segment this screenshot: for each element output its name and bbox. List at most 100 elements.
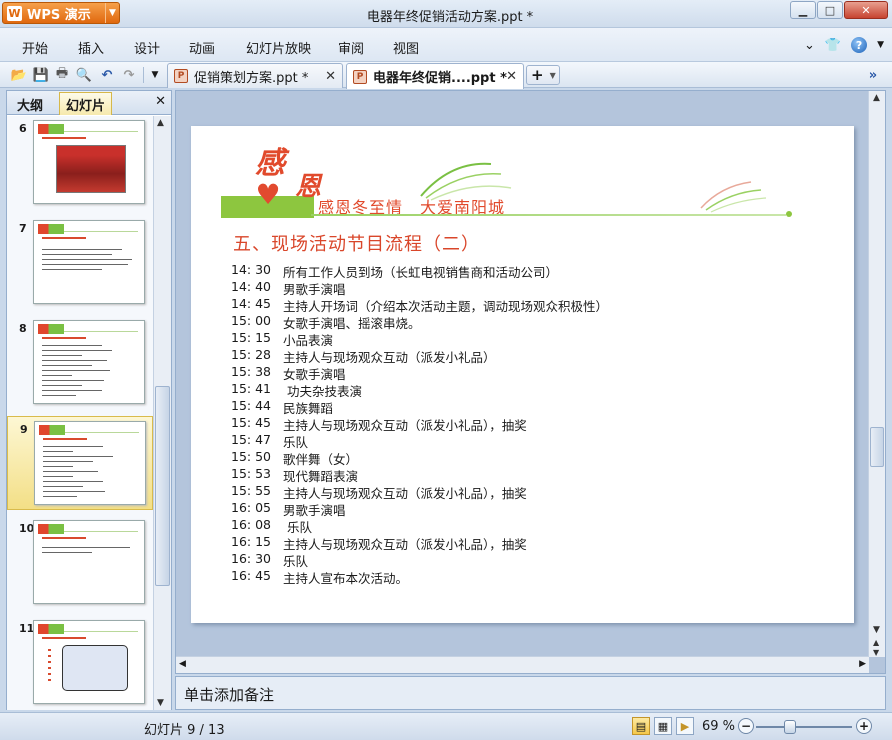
banner-line xyxy=(311,214,786,216)
zoom-out-icon[interactable]: − xyxy=(738,718,754,734)
schedule-time: 16: 30 xyxy=(231,551,271,566)
normal-view-icon[interactable]: ▤ xyxy=(632,717,650,735)
schedule-item: 男歌手演唱 xyxy=(283,282,346,297)
previous-slide-icon[interactable]: ▲ xyxy=(873,638,879,647)
next-slide-icon[interactable]: ▼ xyxy=(873,648,879,657)
zoom-in-icon[interactable]: + xyxy=(856,718,872,734)
window-title: 电器年终促销活动方案.ppt * xyxy=(366,10,534,25)
schedule-time: 15: 47 xyxy=(231,432,271,447)
current-slide[interactable]: ♥ 感 恩 感恩冬至情 大爱南阳城 五、现场活动节目流程（二） 14: 30 所有… xyxy=(191,126,854,623)
menu-review[interactable]: 审阅 xyxy=(338,38,364,57)
schedule-time: 16: 45 xyxy=(231,568,271,583)
menu-design[interactable]: 设计 xyxy=(134,38,160,57)
save-icon[interactable]: 💾 xyxy=(32,66,50,84)
scroll-left-icon[interactable]: ◀ xyxy=(179,659,186,669)
minimize-button[interactable]: ▁ xyxy=(790,1,816,19)
menu-home[interactable]: 开始 xyxy=(22,38,48,57)
new-tab-button[interactable]: + ▼ xyxy=(526,65,560,85)
schedule-row: 14: 45 主持人开场词（介绍本次活动主题，调动现场观众积极性） xyxy=(231,296,609,314)
open-folder-icon[interactable]: 📂 xyxy=(10,66,28,84)
skin-icon[interactable]: 👕 xyxy=(825,38,841,53)
schedule-row: 16: 30 乐队 xyxy=(231,551,608,569)
undo-icon[interactable]: ↶ xyxy=(98,66,116,84)
notes-placeholder: 单击添加备注 xyxy=(184,686,275,704)
close-tab-icon[interactable]: ✕ xyxy=(506,69,517,84)
tab-label: 促销策划方案.ppt * xyxy=(194,70,309,86)
redo-icon[interactable]: ↷ xyxy=(120,66,138,84)
schedule-item: 女歌手演唱 xyxy=(283,367,346,382)
print-preview-icon[interactable]: 🔍 xyxy=(75,66,93,84)
schedule-row: 15: 55 主持人与现场观众互动（派发小礼品），抽奖 xyxy=(231,483,608,501)
chevron-down-icon[interactable]: ▼ xyxy=(105,3,119,23)
schedule-item: 现代舞蹈表演 xyxy=(283,469,359,484)
slide-thumbnail-list: 6 7 8 9 10 11 xyxy=(7,116,153,710)
schedule-list[interactable]: 14: 30 所有工作人员到场（长虹电视销售商和活动公司） 14: 40 男歌手演唱 1… xyxy=(231,262,609,586)
schedule-time: 15: 55 xyxy=(231,483,271,498)
scroll-up-icon[interactable]: ▲ xyxy=(873,93,880,103)
chevron-down-icon[interactable]: ▼ xyxy=(550,71,556,80)
customize-toolbar-icon[interactable]: ▼ xyxy=(146,66,164,84)
scroll-right-icon[interactable]: ▶ xyxy=(859,659,866,669)
slide-panel-scrollbar[interactable]: ▲ ▼ xyxy=(153,116,171,710)
tab-outline[interactable]: 大纲 xyxy=(17,95,43,114)
help-icon[interactable]: ? xyxy=(851,37,868,53)
maximize-button[interactable]: □ xyxy=(817,1,843,19)
schedule-row: 15: 44 民族舞蹈 xyxy=(231,398,608,416)
panel-tabs: 大纲 幻灯片 ✕ xyxy=(7,91,171,115)
slide-title[interactable]: 五、现场活动节目流程（二） xyxy=(233,230,480,256)
tab-promo-plan[interactable]: P 促销策划方案.ppt * ✕ xyxy=(167,63,343,88)
slide-preview xyxy=(33,620,145,704)
schedule-item: 功夫杂技表演 xyxy=(283,384,362,399)
notes-pane[interactable]: 单击添加备注 xyxy=(175,676,886,710)
editor-vertical-scrollbar[interactable]: ▲ ▼ ▲ ▼ xyxy=(868,91,885,657)
window-controls: ▁ □ ✕ xyxy=(790,1,888,19)
print-icon[interactable]: 🖶 xyxy=(53,66,71,84)
close-panel-icon[interactable]: ✕ xyxy=(155,94,166,109)
menu-slideshow[interactable]: 幻灯片放映 xyxy=(246,38,311,57)
schedule-item: 主持人开场词（介绍本次活动主题，调动现场观众积极性） xyxy=(283,299,609,314)
menu-view[interactable]: 视图 xyxy=(393,38,419,57)
schedule-time: 15: 15 xyxy=(231,330,271,345)
schedule-row: 16: 05 男歌手演唱 xyxy=(231,500,608,518)
schedule-item: 主持人与现场观众互动（派发小礼品），抽奖 xyxy=(283,537,527,552)
slide-thumbnail-7[interactable]: 7 xyxy=(7,216,153,310)
status-bar: 幻灯片 9 / 13 ▤ ▦ ▶ 69 % − + xyxy=(0,712,892,740)
close-tab-icon[interactable]: ✕ xyxy=(325,69,336,84)
slide-number: 9 xyxy=(20,423,28,436)
editor-horizontal-scrollbar[interactable]: ◀ ▶ xyxy=(176,656,869,673)
tab-slides[interactable]: 幻灯片 xyxy=(59,92,113,115)
menu-animation[interactable]: 动画 xyxy=(189,38,215,57)
schedule-time: 15: 28 xyxy=(231,347,271,362)
slide-thumbnail-6[interactable]: 6 xyxy=(7,116,153,210)
scrollbar-thumb[interactable] xyxy=(155,386,170,586)
slide-thumbnail-8[interactable]: 8 xyxy=(7,316,153,410)
schedule-item: 乐队 xyxy=(283,554,309,569)
slideshow-view-icon[interactable]: ▶ xyxy=(676,717,694,735)
schedule-time: 15: 00 xyxy=(231,313,271,328)
close-button[interactable]: ✕ xyxy=(844,1,888,19)
schedule-row: 14: 40 男歌手演唱 xyxy=(231,279,608,297)
slide-sorter-view-icon[interactable]: ▦ xyxy=(654,717,672,735)
scroll-down-icon[interactable]: ▼ xyxy=(873,625,880,635)
schedule-row: 16: 08 乐队 xyxy=(231,517,608,535)
schedule-row: 15: 28 主持人与现场观众互动（派发小礼品） xyxy=(231,347,608,365)
slide-thumbnail-9[interactable]: 9 xyxy=(7,416,153,510)
slide-thumbnail-11[interactable]: 11 xyxy=(7,616,153,710)
menu-insert[interactable]: 插入 xyxy=(78,38,104,57)
schedule-row: 15: 41 功夫杂技表演 xyxy=(231,381,608,399)
collapse-ribbon-icon[interactable]: ⌄ xyxy=(804,38,815,53)
scroll-up-icon[interactable]: ▲ xyxy=(157,118,164,128)
wps-app-menu-button[interactable]: W WPS 演示 ▼ xyxy=(2,2,120,24)
slide-number: 8 xyxy=(19,322,27,335)
tab-year-end-promo[interactable]: P 电器年终促销....ppt * ✕ xyxy=(346,63,524,89)
zoom-slider-handle[interactable] xyxy=(783,720,796,734)
zoom-level: 69 % xyxy=(702,719,736,734)
zoom-slider-track[interactable] xyxy=(756,726,852,728)
schedule-item: 歌伴舞（女） xyxy=(283,452,359,467)
ppt-file-icon: P xyxy=(353,69,367,84)
tab-list-icon[interactable]: » xyxy=(864,66,882,84)
help-dropdown-icon[interactable]: ▼ xyxy=(877,40,884,50)
slide-thumbnail-10[interactable]: 10 xyxy=(7,516,153,610)
scroll-down-icon[interactable]: ▼ xyxy=(157,698,164,708)
scrollbar-thumb[interactable] xyxy=(870,427,884,467)
